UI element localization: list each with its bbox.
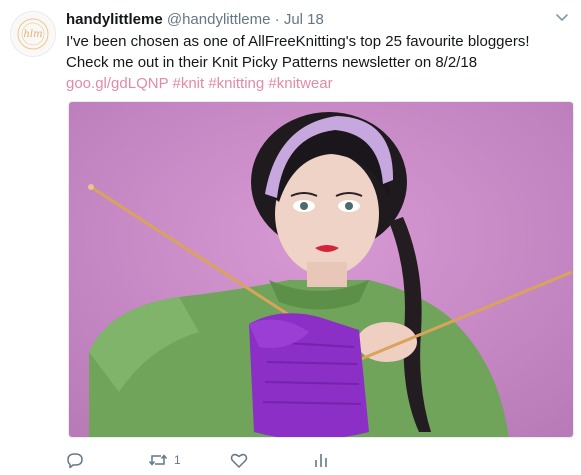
tweet-photo[interactable] [68, 101, 574, 438]
tweet-link[interactable]: goo.gl/gdLQNP [66, 75, 168, 92]
knitting-woman-photo [69, 102, 573, 437]
hashtag-knit[interactable]: #knit [172, 75, 204, 92]
hashtag-knitting[interactable]: #knitting [208, 75, 264, 92]
like-icon [230, 453, 248, 468]
retweet-button[interactable]: 1 [148, 448, 181, 472]
chevron-down-icon [556, 14, 568, 21]
separator-dot: · [274, 11, 280, 28]
svg-text:hlm: hlm [23, 29, 42, 40]
tweet-header: handylittleme @handylittleme · Jul 18 [66, 10, 324, 30]
tweet-card[interactable]: hlm handylittleme @handylittleme · Jul 1… [0, 0, 581, 475]
tweet-date[interactable]: Jul 18 [284, 11, 324, 28]
more-options-button[interactable] [555, 10, 569, 24]
reply-button[interactable] [66, 448, 90, 472]
hashtag-knitwear[interactable]: #knitwear [268, 75, 332, 92]
author-name[interactable]: handylittleme [66, 11, 163, 28]
tweet-actions: 1 [66, 448, 546, 472]
tweet-text-body: I've been chosen as one of AllFreeKnitti… [66, 33, 530, 71]
avatar-logo-icon: hlm [13, 14, 53, 54]
retweet-icon [148, 454, 168, 466]
retweet-count: 1 [174, 453, 181, 467]
like-button[interactable] [230, 448, 254, 472]
analytics-button[interactable] [312, 448, 330, 472]
avatar[interactable]: hlm [10, 11, 56, 57]
tweet-text: I've been chosen as one of AllFreeKnitti… [66, 31, 571, 94]
author-handle[interactable]: @handylittleme [167, 11, 271, 28]
reply-icon [67, 453, 83, 469]
analytics-icon [315, 454, 327, 467]
